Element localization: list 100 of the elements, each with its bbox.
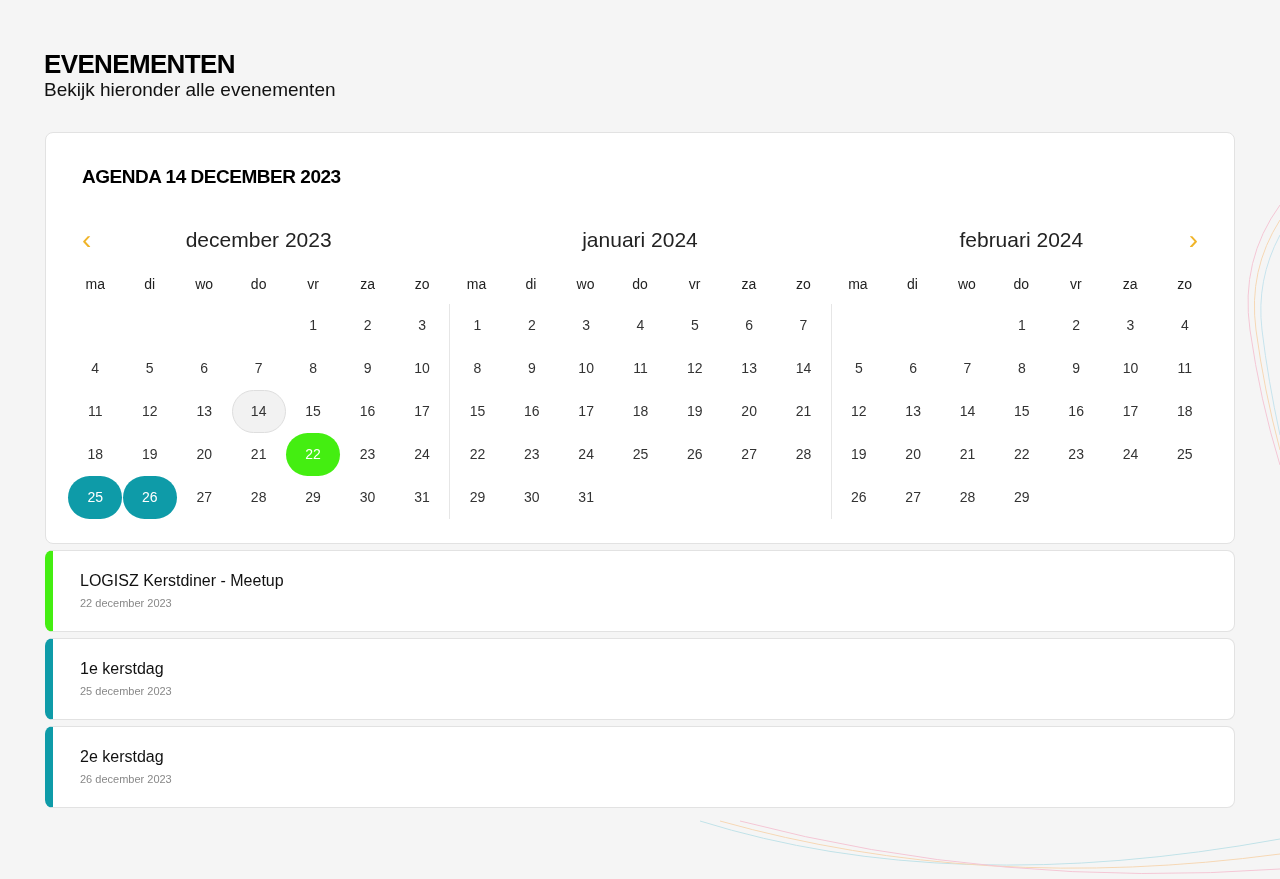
calendar-day[interactable]: 23	[340, 432, 395, 476]
calendar-day[interactable]: 28	[231, 475, 286, 519]
calendar-day[interactable]: 12	[831, 389, 886, 433]
calendar-day[interactable]: 8	[286, 346, 341, 390]
calendar-day[interactable]: 17	[559, 389, 614, 433]
calendar-day[interactable]: 22	[450, 432, 505, 476]
calendar-day[interactable]: 3	[395, 303, 450, 347]
weekday-label: ma	[848, 275, 868, 294]
calendar-day[interactable]: 11	[1157, 346, 1212, 390]
calendar-day[interactable]: 15	[286, 389, 341, 433]
calendar-day[interactable]: 20	[722, 389, 777, 433]
today-day[interactable]: 14	[231, 389, 286, 433]
calendar-day[interactable]: 12	[122, 389, 177, 433]
calendar-day[interactable]: 9	[1049, 346, 1104, 390]
calendar-day[interactable]: 6	[722, 303, 777, 347]
calendar-day[interactable]: 17	[1103, 389, 1158, 433]
calendar-day[interactable]: 27	[722, 432, 777, 476]
calendar-day[interactable]: 19	[122, 432, 177, 476]
calendar-day[interactable]: 25	[613, 432, 668, 476]
event-card[interactable]: 1e kerstdag 25 december 2023	[45, 637, 1235, 720]
calendar-day[interactable]: 16	[504, 389, 559, 433]
calendar-day[interactable]: 28	[940, 475, 995, 519]
calendar-day[interactable]: 3	[559, 303, 614, 347]
calendar-day[interactable]: 6	[886, 346, 941, 390]
calendar-day[interactable]: 20	[886, 432, 941, 476]
calendar-day[interactable]: 31	[559, 475, 614, 519]
event-card[interactable]: 2e kerstdag 26 december 2023	[45, 725, 1235, 808]
calendar-day[interactable]: 16	[340, 389, 395, 433]
calendar-day[interactable]: 19	[667, 389, 722, 433]
calendar-day[interactable]: 30	[340, 475, 395, 519]
calendar-day[interactable]: 31	[395, 475, 450, 519]
calendar-day[interactable]: 29	[994, 475, 1049, 519]
calendar-day[interactable]: 7	[940, 346, 995, 390]
weekday-label: wo	[195, 275, 214, 294]
calendar-day[interactable]: 9	[504, 346, 559, 390]
calendar-day[interactable]: 7	[231, 346, 286, 390]
calendar-day[interactable]: 20	[177, 432, 232, 476]
calendar-day[interactable]: 27	[886, 475, 941, 519]
calendar-day[interactable]: 11	[68, 389, 123, 433]
calendar-day[interactable]: 18	[68, 432, 123, 476]
calendar-day[interactable]: 22	[994, 432, 1049, 476]
calendar-day[interactable]: 2	[504, 303, 559, 347]
calendar-day[interactable]: 15	[450, 389, 505, 433]
calendar-day[interactable]: 18	[1157, 389, 1212, 433]
calendar-day[interactable]: 29	[286, 475, 341, 519]
calendar-day[interactable]: 4	[68, 346, 123, 390]
calendar-day[interactable]: 13	[722, 346, 777, 390]
event-card[interactable]: LOGISZ Kerstdiner - Meetup 22 december 2023	[45, 549, 1235, 632]
calendar-day[interactable]: 1	[450, 303, 505, 347]
calendar-day[interactable]: 17	[395, 389, 450, 433]
calendar-day[interactable]: 27	[177, 475, 232, 519]
calendar-day[interactable]: 7	[776, 303, 831, 347]
calendar-day[interactable]: 12	[667, 346, 722, 390]
calendar-day[interactable]: 10	[1103, 346, 1158, 390]
calendar-day[interactable]: 21	[940, 432, 995, 476]
calendar-day[interactable]: 2	[340, 303, 395, 347]
calendar-day[interactable]: 9	[340, 346, 395, 390]
calendar-day[interactable]: 5	[831, 346, 886, 390]
calendar-day[interactable]: 14	[776, 346, 831, 390]
calendar-day[interactable]: 10	[559, 346, 614, 390]
calendar-day[interactable]: 18	[613, 389, 668, 433]
calendar-day[interactable]: 14	[940, 389, 995, 433]
calendar-day[interactable]: 26	[667, 432, 722, 476]
calendar-day[interactable]: 2	[1049, 303, 1104, 347]
calendar-day[interactable]: 6	[177, 346, 232, 390]
weekday-label: do	[632, 275, 648, 294]
calendar-day[interactable]: 26	[831, 475, 886, 519]
calendar-day[interactable]: 16	[1049, 389, 1104, 433]
calendar-day[interactable]: 8	[994, 346, 1049, 390]
calendar-day[interactable]: 30	[504, 475, 559, 519]
calendar-day[interactable]: 8	[450, 346, 505, 390]
calendar-day[interactable]: 29	[450, 475, 505, 519]
calendar-day[interactable]: 24	[395, 432, 450, 476]
calendar-day[interactable]: 23	[504, 432, 559, 476]
weekday-label: do	[250, 275, 267, 294]
calendar-day[interactable]: 4	[613, 303, 668, 347]
calendar-day[interactable]: 5	[122, 346, 177, 390]
calendar-day[interactable]: 15	[994, 389, 1049, 433]
weekday-label: za	[741, 275, 757, 294]
calendar-day[interactable]: 10	[395, 346, 450, 390]
calendar-day[interactable]: 21	[776, 389, 831, 433]
calendar-day[interactable]: 23	[1049, 432, 1104, 476]
weekday-label: di	[906, 275, 918, 294]
calendar-day[interactable]: 19	[831, 432, 886, 476]
calendar-day[interactable]: 13	[886, 389, 941, 433]
weekday-label: zo	[796, 275, 811, 294]
calendar-day[interactable]: 13	[177, 389, 232, 433]
calendar-day[interactable]: 4	[1157, 303, 1212, 347]
calendar-day[interactable]: 25	[1157, 432, 1212, 476]
calendar-day[interactable]: 28	[776, 432, 831, 476]
calendar-day[interactable]: 21	[231, 432, 286, 476]
calendar-day[interactable]: 11	[613, 346, 668, 390]
calendar-day[interactable]: 24	[1103, 432, 1158, 476]
calendar-day[interactable]: 5	[667, 303, 722, 347]
calendar-day[interactable]: 24	[559, 432, 614, 476]
calendar-day[interactable]: 1	[286, 303, 341, 347]
calendar-day[interactable]: 3	[1103, 303, 1158, 347]
weekday-label: za	[1122, 275, 1138, 294]
event-date: 26 december 2023	[80, 771, 172, 786]
calendar-day[interactable]: 1	[994, 303, 1049, 347]
